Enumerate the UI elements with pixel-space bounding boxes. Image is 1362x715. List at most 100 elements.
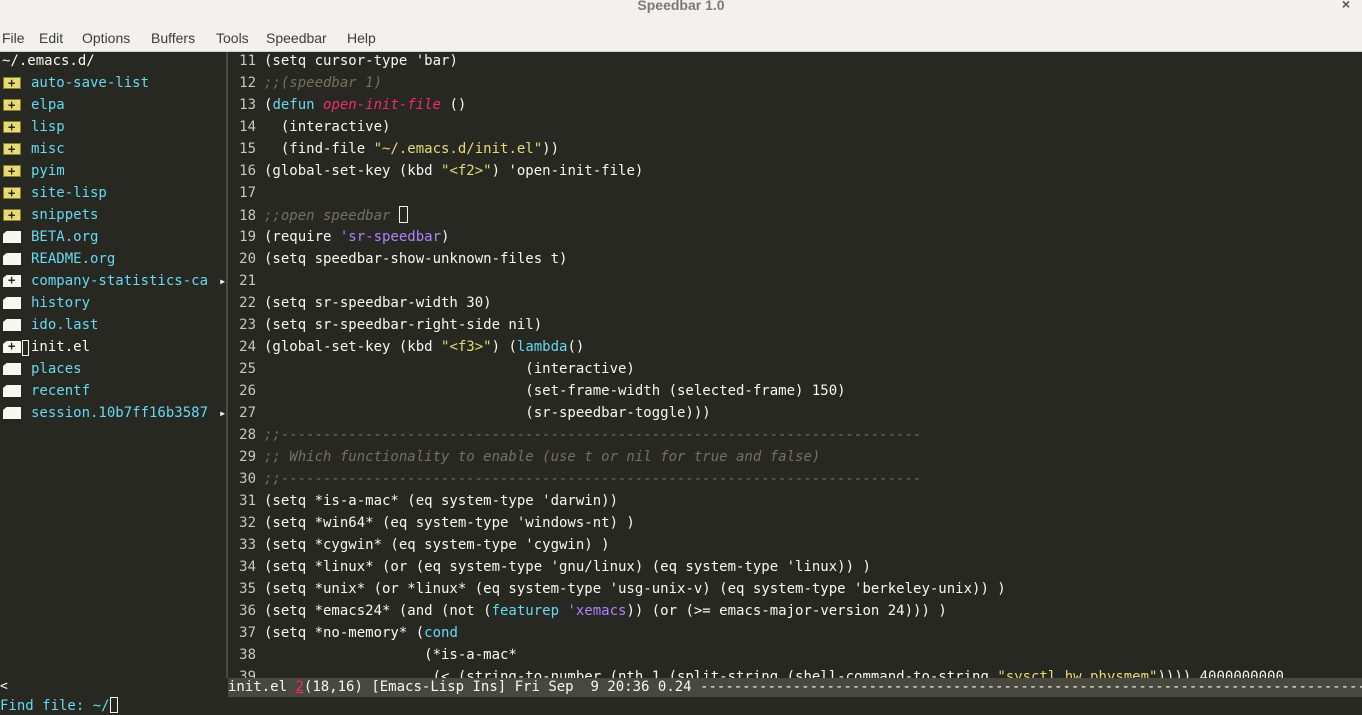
speedbar-file[interactable]: BETA.org bbox=[0, 228, 226, 250]
folder-icon[interactable] bbox=[3, 74, 21, 92]
speedbar-entry-label[interactable]: pyim bbox=[31, 162, 65, 180]
line-number: 17 bbox=[239, 185, 256, 201]
speedbar-folder[interactable]: snippets bbox=[0, 206, 226, 228]
code-line[interactable]: 30 ;;------------------------------------… bbox=[228, 470, 1362, 492]
speedbar-folder[interactable]: site-lisp bbox=[0, 184, 226, 206]
speedbar-entry-label[interactable]: company-statistics-ca bbox=[31, 272, 208, 290]
title-bar: Speedbar 1.0 × bbox=[0, 0, 1362, 28]
speedbar-folder[interactable]: misc bbox=[0, 140, 226, 162]
speedbar-directory[interactable]: ~/.emacs.d/ bbox=[2, 52, 95, 74]
code-line[interactable]: 21 bbox=[228, 272, 1362, 294]
code-line[interactable]: 13 (defun open-init-file () bbox=[228, 96, 1362, 118]
menu-tools[interactable]: Tools bbox=[216, 30, 249, 46]
speedbar-entry-label[interactable]: misc bbox=[31, 140, 65, 158]
folder-icon[interactable] bbox=[3, 96, 21, 114]
code-line[interactable]: 35 (setq *unix* (or *linux* (eq system-ty… bbox=[228, 580, 1362, 602]
code-line[interactable]: 23 (setq sr-speedbar-right-side nil) bbox=[228, 316, 1362, 338]
speedbar-file[interactable]: ido.last bbox=[0, 316, 226, 338]
speedbar-entry-label[interactable]: ido.last bbox=[31, 316, 98, 334]
mode-line: init.el 2(18,16) [Emacs-Lisp Ins] Fri Se… bbox=[228, 678, 1362, 697]
code-line[interactable]: 20 (setq speedbar-show-unknown-files t) bbox=[228, 250, 1362, 272]
code-line[interactable]: 22 (setq sr-speedbar-width 30) bbox=[228, 294, 1362, 316]
speedbar-entry-label[interactable]: elpa bbox=[31, 96, 65, 114]
speedbar-file[interactable]: history bbox=[0, 294, 226, 316]
folder-icon[interactable] bbox=[3, 118, 21, 136]
code-line[interactable]: 19 (require 'sr-speedbar) bbox=[228, 228, 1362, 250]
speedbar-entry-label[interactable]: lisp bbox=[31, 118, 65, 136]
speedbar-file[interactable]: places bbox=[0, 360, 226, 382]
code-line[interactable]: 28 ;;------------------------------------… bbox=[228, 426, 1362, 448]
speedbar-file[interactable]: session.10b7ff16b3587 ▸ bbox=[0, 404, 226, 426]
code-line[interactable]: 25 (interactive) bbox=[228, 360, 1362, 382]
speedbar-folder[interactable]: pyim bbox=[0, 162, 226, 184]
code-line[interactable]: 18 ;;open speedbar bbox=[228, 206, 1362, 228]
code-line[interactable]: 29 ;; Which functionality to enable (use … bbox=[228, 448, 1362, 470]
speedbar-entry-label[interactable]: snippets bbox=[31, 206, 98, 224]
menu-help[interactable]: Help bbox=[347, 30, 376, 46]
code-line[interactable]: 37 (setq *no-memory* (cond bbox=[228, 624, 1362, 646]
code-line[interactable]: 12 ;;(speedbar 1) bbox=[228, 74, 1362, 96]
file-icon[interactable] bbox=[3, 253, 21, 265]
line-number: 25 bbox=[239, 361, 256, 377]
folder-icon[interactable] bbox=[3, 184, 21, 202]
code-line[interactable]: 24 (global-set-key (kbd "<f3>") (lambda() bbox=[228, 338, 1362, 360]
code-line[interactable]: 16 (global-set-key (kbd "<f2>") 'open-ini… bbox=[228, 162, 1362, 184]
line-number: 33 bbox=[239, 537, 256, 553]
speedbar-entry-label[interactable]: site-lisp bbox=[31, 184, 107, 202]
code-line[interactable]: 11 (setq cursor-type 'bar) bbox=[228, 52, 1362, 74]
speedbar-file[interactable]: recentf bbox=[0, 382, 226, 404]
code-line[interactable]: 38 (*is-a-mac* bbox=[228, 646, 1362, 668]
editor-buffer[interactable]: 11 (setq cursor-type 'bar) 12 ;;(speedbar 1… bbox=[228, 52, 1362, 678]
speedbar-folder[interactable]: lisp bbox=[0, 118, 226, 140]
file-icon[interactable] bbox=[3, 341, 21, 353]
speedbar-entry-label[interactable]: recentf bbox=[31, 382, 90, 400]
folder-icon[interactable] bbox=[3, 140, 21, 158]
speedbar-entry-label[interactable]: places bbox=[31, 360, 82, 378]
menu-options[interactable]: Options bbox=[82, 30, 130, 46]
code-line[interactable]: 14 (interactive) bbox=[228, 118, 1362, 140]
menu-buffers[interactable]: Buffers bbox=[151, 30, 195, 46]
file-icon[interactable] bbox=[3, 231, 21, 243]
code-line[interactable]: 32 (setq *win64* (eq system-type 'windows… bbox=[228, 514, 1362, 536]
speedbar-file[interactable]: init.el bbox=[0, 338, 226, 360]
code-line[interactable]: 27 (sr-speedbar-toggle))) bbox=[228, 404, 1362, 426]
code-line[interactable]: 26 (set-frame-width (selected-frame) 150… bbox=[228, 382, 1362, 404]
code-line[interactable]: 31 (setq *is-a-mac* (eq system-type 'darw… bbox=[228, 492, 1362, 514]
speedbar-entry-label[interactable]: session.10b7ff16b3587 bbox=[31, 404, 208, 422]
code-line[interactable]: 17 bbox=[228, 184, 1362, 206]
menu-file[interactable]: File bbox=[2, 30, 25, 46]
close-icon[interactable]: × bbox=[1342, 0, 1350, 12]
speedbar-folder[interactable]: auto-save-list bbox=[0, 74, 226, 96]
code-token: open-init-file bbox=[323, 97, 442, 113]
speedbar-entry-label[interactable]: init.el bbox=[31, 338, 90, 356]
file-icon[interactable] bbox=[3, 319, 21, 331]
code-line[interactable]: 39 (< (string-to-number (nth 1 (split-st… bbox=[228, 668, 1362, 678]
code-token: ;;--------------------------------------… bbox=[264, 471, 922, 487]
speedbar-folder[interactable]: elpa bbox=[0, 96, 226, 118]
file-icon[interactable] bbox=[3, 275, 21, 287]
file-icon[interactable] bbox=[3, 363, 21, 375]
file-icon[interactable] bbox=[3, 385, 21, 397]
speedbar-entry-label[interactable]: BETA.org bbox=[31, 228, 98, 246]
menu-speedbar[interactable]: Speedbar bbox=[266, 30, 327, 46]
speedbar-entry-label[interactable]: auto-save-list bbox=[31, 74, 149, 92]
line-number: 14 bbox=[239, 119, 256, 135]
speedbar-entry-label[interactable]: history bbox=[31, 294, 90, 312]
menu-edit[interactable]: Edit bbox=[39, 30, 63, 46]
speedbar-file[interactable]: README.org bbox=[0, 250, 226, 272]
line-number: 38 bbox=[239, 647, 256, 663]
speedbar-file[interactable]: company-statistics-ca ▸ bbox=[0, 272, 226, 294]
code-line[interactable]: 34 (setq *linux* (or (eq system-type 'gnu… bbox=[228, 558, 1362, 580]
line-number: 22 bbox=[239, 295, 256, 311]
code-line[interactable]: 33 (setq *cygwin* (eq system-type 'cygwin… bbox=[228, 536, 1362, 558]
minibuffer-cursor bbox=[109, 697, 118, 713]
code-line[interactable]: 15 (find-file "~/.emacs.d/init.el")) bbox=[228, 140, 1362, 162]
code-line[interactable]: 36 (setq *emacs24* (and (not (featurep 'x… bbox=[228, 602, 1362, 624]
speedbar-entry-label[interactable]: README.org bbox=[31, 250, 115, 268]
folder-icon[interactable] bbox=[3, 162, 21, 180]
file-icon[interactable] bbox=[3, 297, 21, 309]
text-cursor bbox=[398, 206, 408, 223]
folder-icon[interactable] bbox=[3, 206, 21, 224]
minibuffer[interactable]: Find file: ~/ bbox=[0, 697, 1362, 715]
file-icon[interactable] bbox=[3, 407, 21, 419]
